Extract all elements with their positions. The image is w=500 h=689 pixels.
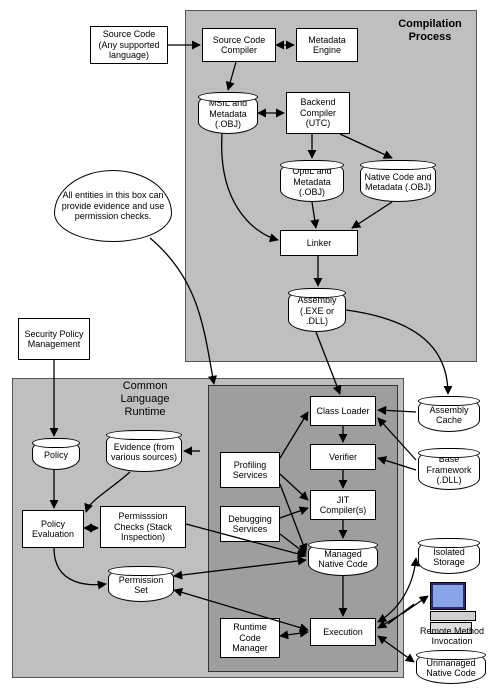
isolated-storage-cyl: Isolated Storage (418, 538, 480, 574)
policy-cyl: Policy (32, 438, 80, 470)
evidence-cyl: Evidence (from various sources) (106, 430, 182, 472)
remote-method-invocation-label: Remote Method Invocation (412, 626, 492, 647)
security-policy-mgmt-box: Security Policy Management (18, 318, 90, 360)
clr-panel-title: Common Language Runtime (110, 380, 180, 420)
permission-set-cyl: Permission Set (108, 566, 174, 602)
class-loader-box: Class Loader (310, 396, 376, 426)
profiling-services-box: Profiling Services (220, 452, 280, 488)
msil-obj-cyl: MSIL and Metadata (.OBJ) (198, 92, 258, 134)
debugging-services-box: Debugging Services (220, 506, 280, 542)
policy-evaluation-box: Policy Evaluation (22, 510, 84, 548)
backend-compiler-box: Backend Compiler (UTC) (286, 92, 350, 134)
jit-compilers-box: JIT Compiler(s) (310, 490, 376, 520)
managed-native-code-cyl: Managed Native Code (308, 540, 378, 576)
optil-obj-cyl: OptIL and Metadata (.OBJ) (280, 160, 344, 202)
permission-checks-box: Permisssion Checks (Stack Inspection) (100, 506, 186, 548)
evidence-cloud-note: All entities in this box can provide evi… (54, 170, 172, 242)
compilation-panel-title: Compilation Process (390, 18, 470, 44)
assembly-cyl: Assembly (.EXE or .DLL) (288, 288, 346, 332)
source-code-compiler-box: Source Code Compiler (202, 28, 276, 62)
metadata-engine-box: Metadata Engine (296, 28, 358, 62)
runtime-code-manager-box: Runtime Code Manager (220, 618, 280, 658)
source-code-note: Source Code (Any supported language) (90, 26, 168, 64)
linker-box: Linker (280, 230, 358, 256)
verifier-box: Verifier (310, 444, 376, 470)
base-framework-cyl: Base Framework (.DLL) (418, 448, 480, 490)
execution-box: Execution (310, 618, 376, 646)
assembly-cache-cyl: Assembly Cache (418, 396, 480, 432)
unmanaged-native-code-cyl: Unmanaged Native Code (416, 650, 486, 684)
native-obj-cyl: Native Code and Metadata (.OBJ) (360, 160, 436, 202)
